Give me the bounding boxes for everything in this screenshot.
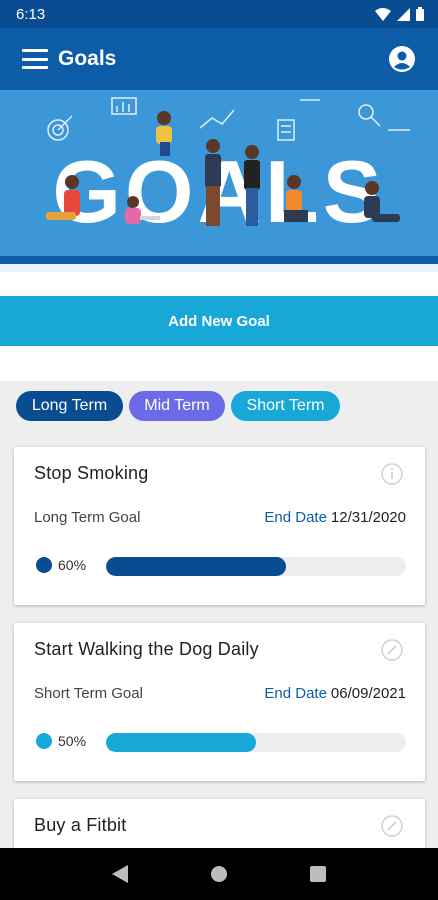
progress-fill xyxy=(106,557,286,576)
goal-end-date: End Date 06/09/2021 xyxy=(264,685,406,702)
account-circle-icon[interactable] xyxy=(388,45,416,73)
filter-chip-short-term[interactable]: Short Term xyxy=(231,391,340,421)
goal-type: Long Term Goal xyxy=(34,509,141,526)
signal-icon xyxy=(397,7,410,21)
end-date-label: End Date xyxy=(264,509,327,526)
goal-filter-bar: Long Term Mid Term Short Term xyxy=(0,381,438,431)
goal-title: Start Walking the Dog Daily xyxy=(34,639,259,659)
progress-percent: 50% xyxy=(58,733,87,749)
end-date-label: End Date xyxy=(264,685,327,702)
goal-card[interactable]: Buy a Fitbit xyxy=(14,799,425,848)
back-triangle-icon xyxy=(111,865,128,883)
status-icons xyxy=(375,7,424,21)
info-icon[interactable] xyxy=(381,463,403,485)
goal-end-date: End Date 12/31/2020 xyxy=(264,509,406,526)
goal-title: Stop Smoking xyxy=(34,463,149,483)
status-bar: 6:13 xyxy=(0,0,438,28)
goals-hero-banner: GOALS xyxy=(0,90,438,272)
edit-icon[interactable] xyxy=(381,815,403,837)
progress-dot xyxy=(36,733,52,749)
battery-icon xyxy=(416,7,424,21)
back-button[interactable] xyxy=(105,859,135,889)
goal-title: Buy a Fitbit xyxy=(34,815,127,835)
system-nav-bar xyxy=(0,848,438,900)
progress-percent: 60% xyxy=(58,557,87,573)
edit-icon[interactable] xyxy=(381,639,403,661)
app-bar: Goals xyxy=(0,28,438,90)
goal-card[interactable]: Start Walking the Dog Daily Short Term G… xyxy=(14,623,425,781)
recents-square-icon xyxy=(310,866,327,882)
goal-type: Short Term Goal xyxy=(34,685,143,702)
progress-fill xyxy=(106,733,256,752)
page-title: Goals xyxy=(58,47,117,70)
goals-list: Stop Smoking Long Term Goal End Date 12/3… xyxy=(0,431,438,848)
goal-card[interactable]: Stop Smoking Long Term Goal End Date 12/3… xyxy=(14,447,425,605)
end-date-value: 12/31/2020 xyxy=(330,509,406,526)
status-time: 6:13 xyxy=(16,5,46,23)
home-circle-icon xyxy=(210,866,227,882)
progress-bar xyxy=(106,733,406,752)
recents-button[interactable] xyxy=(303,859,333,889)
progress-dot xyxy=(36,557,52,573)
goals-illustration: GOALS xyxy=(0,90,438,272)
filter-chip-mid-term[interactable]: Mid Term xyxy=(129,391,225,421)
add-new-goal-button[interactable]: Add New Goal xyxy=(0,296,438,346)
end-date-value: 06/09/2021 xyxy=(330,685,406,702)
home-button[interactable] xyxy=(204,859,234,889)
progress-bar xyxy=(106,557,406,576)
filter-chip-long-term[interactable]: Long Term xyxy=(16,391,123,421)
hamburger-menu-icon[interactable] xyxy=(22,49,48,69)
wifi-icon xyxy=(375,7,391,21)
